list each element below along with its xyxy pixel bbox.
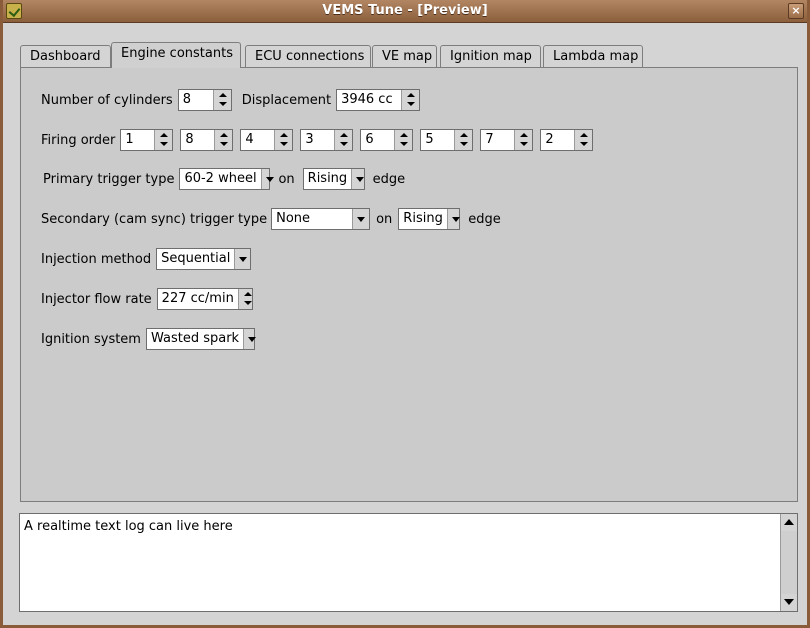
tab-engine-constants[interactable]: Engine constants <box>111 42 241 68</box>
injector-flow-label: Injector flow rate <box>41 291 152 307</box>
injector-flow-row: Injector flow rate 227 cc/min <box>41 288 253 310</box>
firing-order-row: Firing order 1 8 4 3 6 5 7 2 <box>41 129 594 151</box>
injection-method-label: Injection method <box>41 251 152 267</box>
spin-down-icon[interactable] <box>215 140 232 150</box>
cylinders-spinbox[interactable]: 8 <box>177 89 232 111</box>
firing-order-spinbox-4[interactable]: 3 <box>300 129 354 151</box>
injection-method-value: Sequential <box>161 251 231 266</box>
firing-order-value: 6 <box>365 132 374 147</box>
firing-order-spinbox-7[interactable]: 7 <box>480 129 534 151</box>
primary-trigger-select[interactable]: 60-2 wheel <box>179 168 274 190</box>
primary-edge-select[interactable]: Rising <box>302 168 365 190</box>
chevron-down-icon[interactable] <box>234 249 251 269</box>
displacement-label: Displacement <box>241 92 332 108</box>
firing-order-spinbox-1[interactable]: 1 <box>120 129 174 151</box>
cylinders-row: Number of cylinders 8 Displacement 3946 … <box>41 89 421 111</box>
tab-dashboard[interactable]: Dashboard <box>20 45 111 67</box>
spin-down-icon[interactable] <box>214 100 231 110</box>
log-scrollbar[interactable] <box>780 514 797 611</box>
secondary-edge-value: Rising <box>403 211 443 226</box>
scroll-thumb[interactable] <box>781 531 797 594</box>
chevron-down-icon[interactable] <box>446 209 461 229</box>
realtime-log[interactable]: A realtime text log can live here <box>19 513 798 612</box>
chevron-down-icon[interactable] <box>243 329 256 349</box>
firing-order-value: 7 <box>485 132 494 147</box>
cylinders-label: Number of cylinders <box>41 92 173 108</box>
injection-method-select[interactable]: Sequential <box>156 248 252 270</box>
spin-up-icon[interactable] <box>215 130 232 140</box>
window-title: VEMS Tune - [Preview] <box>322 3 488 18</box>
spin-up-icon[interactable] <box>155 130 172 140</box>
primary-edge-label: edge <box>372 171 406 187</box>
firing-order-spinbox-5[interactable]: 6 <box>360 129 414 151</box>
firing-order-value: 5 <box>425 132 434 147</box>
tab-lambda-map[interactable]: Lambda map <box>543 45 643 67</box>
injection-method-row: Injection method Sequential <box>41 248 252 270</box>
chevron-down-icon[interactable] <box>352 209 370 229</box>
firing-order-spinbox-2[interactable]: 8 <box>180 129 234 151</box>
firing-order-spinbox-8[interactable]: 2 <box>540 129 594 151</box>
spin-up-icon[interactable] <box>575 130 592 140</box>
ignition-system-value: Wasted spark <box>150 331 240 346</box>
spin-up-icon[interactable] <box>402 90 419 100</box>
ignition-system-select[interactable]: Wasted spark <box>145 328 256 350</box>
chevron-down-icon[interactable] <box>260 169 274 189</box>
spin-up-icon[interactable] <box>455 130 472 140</box>
spin-up-icon[interactable] <box>214 90 231 100</box>
displacement-value: 3946 cc <box>341 92 393 107</box>
firing-order-label: Firing order <box>41 132 116 148</box>
tab-ve-map[interactable]: VE map <box>372 45 437 67</box>
spin-down-icon[interactable] <box>155 140 172 150</box>
displacement-spinbox[interactable]: 3946 cc <box>336 89 421 111</box>
spin-down-icon[interactable] <box>239 299 252 309</box>
ignition-system-label: Ignition system <box>41 331 141 347</box>
title-bar[interactable]: VEMS Tune - [Preview] × <box>3 0 807 23</box>
primary-trigger-label: Primary trigger type <box>43 171 175 187</box>
secondary-trigger-row: Secondary (cam sync) trigger type None o… <box>41 208 506 230</box>
spin-down-icon[interactable] <box>275 140 292 150</box>
injector-flow-value: 227 cc/min <box>161 291 234 306</box>
spin-up-icon[interactable] <box>239 289 252 299</box>
primary-edge-value: Rising <box>307 171 348 186</box>
spin-up-icon[interactable] <box>275 130 292 140</box>
main-window: VEMS Tune - [Preview] × Dashboard Engine… <box>0 0 810 628</box>
log-text: A realtime text log can live here <box>24 519 233 534</box>
firing-order-value: 3 <box>305 132 314 147</box>
injector-flow-spinbox[interactable]: 227 cc/min <box>156 288 253 310</box>
primary-trigger-value: 60-2 wheel <box>184 171 257 186</box>
ignition-system-row: Ignition system Wasted spark <box>41 328 256 350</box>
firing-order-spinbox-3[interactable]: 4 <box>240 129 294 151</box>
primary-trigger-row: Primary trigger type 60-2 wheel on Risin… <box>43 168 410 190</box>
secondary-on-label: on <box>376 211 393 227</box>
spin-down-icon[interactable] <box>402 100 419 110</box>
secondary-trigger-value: None <box>276 211 311 226</box>
scroll-down-icon[interactable] <box>781 595 797 610</box>
secondary-trigger-label: Secondary (cam sync) trigger type <box>41 211 268 227</box>
spin-down-icon[interactable] <box>335 140 352 150</box>
close-icon[interactable]: × <box>788 3 804 19</box>
cylinders-value: 8 <box>182 92 191 107</box>
firing-order-value: 8 <box>185 132 194 147</box>
firing-order-value: 2 <box>545 132 554 147</box>
firing-order-value: 4 <box>245 132 254 147</box>
engine-constants-panel: Number of cylinders 8 Displacement 3946 … <box>20 67 798 502</box>
spin-down-icon[interactable] <box>575 140 592 150</box>
firing-order-spinbox-6[interactable]: 5 <box>420 129 474 151</box>
spin-up-icon[interactable] <box>395 130 412 140</box>
secondary-edge-label: edge <box>468 211 501 227</box>
tab-ecu-connections[interactable]: ECU connections <box>245 45 371 67</box>
spin-down-icon[interactable] <box>455 140 472 150</box>
primary-on-label: on <box>278 171 295 187</box>
chevron-down-icon[interactable] <box>351 169 365 189</box>
spin-up-icon[interactable] <box>515 130 532 140</box>
firing-order-value: 1 <box>125 132 134 147</box>
spin-down-icon[interactable] <box>395 140 412 150</box>
secondary-trigger-select[interactable]: None <box>271 208 371 230</box>
spin-down-icon[interactable] <box>515 140 532 150</box>
tab-ignition-map[interactable]: Ignition map <box>440 45 541 67</box>
spin-up-icon[interactable] <box>335 130 352 140</box>
secondary-edge-select[interactable]: Rising <box>398 208 461 230</box>
scroll-up-icon[interactable] <box>781 515 797 530</box>
